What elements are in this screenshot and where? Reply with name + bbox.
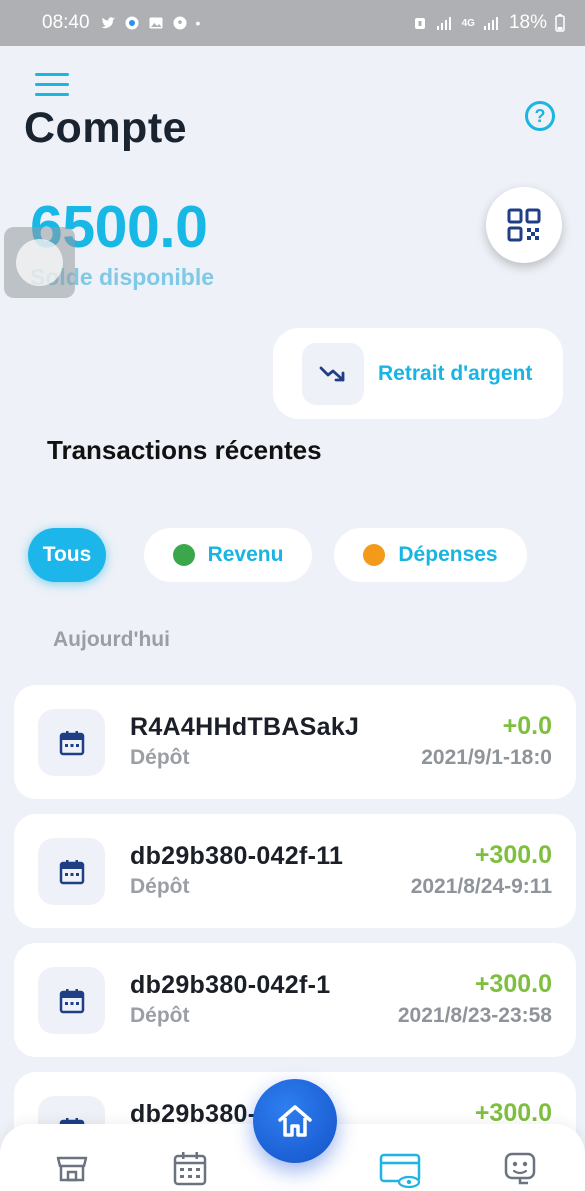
calendar-grid-icon — [173, 1152, 207, 1186]
expenses-dot-icon — [363, 544, 386, 566]
qr-code-button[interactable] — [486, 187, 562, 263]
transaction-amount: +0.0 — [502, 712, 552, 740]
transaction-row[interactable]: db29b380-042f-1 Dépôt +300.0 2021/8/23-2… — [14, 943, 576, 1057]
withdraw-button[interactable]: Retrait d'argent — [273, 328, 563, 419]
menu-icon — [35, 73, 69, 76]
messenger-icon — [125, 16, 139, 30]
transaction-type: Dépôt — [130, 875, 190, 898]
status-bar: 08:40 • 4G 18% — [0, 0, 585, 46]
page-title: Compte — [24, 104, 188, 152]
transaction-type: Dépôt — [130, 746, 190, 769]
filter-expenses-chip[interactable]: Dépenses — [334, 528, 527, 582]
battery-percent: 18% — [508, 12, 547, 33]
filter-expenses-label: Dépenses — [398, 543, 498, 566]
qr-code-icon — [507, 208, 541, 242]
alarm-icon — [414, 18, 425, 29]
more-dot-icon: • — [195, 15, 201, 31]
filter-income-label: Revenu — [207, 543, 284, 566]
transaction-amount: +300.0 — [474, 970, 552, 998]
network-type: 4G — [461, 17, 475, 29]
calendar-icon — [38, 967, 105, 1034]
nav-calendar-button[interactable] — [168, 1146, 212, 1190]
soccer-icon — [173, 16, 187, 30]
filter-income-chip[interactable]: Revenu — [144, 528, 312, 582]
home-button[interactable] — [253, 1079, 337, 1163]
transaction-date: 2021/8/24-9:11 — [410, 875, 552, 898]
filter-all-label: Tous — [42, 543, 92, 566]
transaction-row[interactable]: R4A4HHdTBASakJ Dépôt +0.0 2021/9/1-18:0 — [14, 685, 576, 799]
status-right: 4G 18% — [412, 12, 565, 34]
home-icon — [278, 1105, 312, 1137]
support-robot-icon — [504, 1152, 536, 1185]
nav-support-button[interactable] — [498, 1146, 542, 1190]
battery-icon — [555, 14, 565, 32]
menu-button[interactable] — [35, 73, 69, 97]
signal-icon-2 — [483, 17, 498, 30]
card-eye-icon — [379, 1153, 421, 1188]
status-time: 08:40 — [42, 12, 90, 33]
calendar-icon — [38, 709, 105, 776]
calendar-icon — [38, 838, 105, 905]
help-icon[interactable]: ? — [525, 101, 555, 131]
filter-all-chip[interactable]: Tous — [28, 528, 106, 582]
transaction-name: db29b380-042f-11 — [130, 842, 344, 870]
twitter-icon — [100, 17, 115, 29]
gallery-icon — [149, 17, 163, 29]
income-dot-icon — [172, 544, 195, 566]
transaction-amount: +300.0 — [474, 841, 552, 869]
section-title: Transactions récentes — [47, 435, 322, 465]
transaction-date: 2021/9/1-18:0 — [421, 746, 552, 769]
transaction-row[interactable]: db29b380-042f-11 Dépôt +300.0 2021/8/24-… — [14, 814, 576, 928]
status-notification-icons: • — [100, 15, 201, 31]
transaction-name: db29b380-042f-1 — [130, 971, 331, 999]
transaction-date: 2021/8/23-23:58 — [397, 1004, 552, 1027]
trend-down-icon — [302, 342, 364, 405]
withdraw-label: Retrait d'argent — [378, 361, 533, 385]
assistive-touch-button[interactable] — [4, 227, 75, 298]
day-label: Aujourd'hui — [53, 628, 170, 651]
nav-wallet-button[interactable] — [378, 1146, 422, 1190]
shop-icon — [56, 1156, 88, 1182]
transaction-name: R4A4HHdTBASakJ — [130, 713, 360, 741]
nav-shop-button[interactable] — [50, 1146, 94, 1190]
transaction-type: Dépôt — [130, 1004, 190, 1027]
signal-icon — [436, 17, 451, 30]
